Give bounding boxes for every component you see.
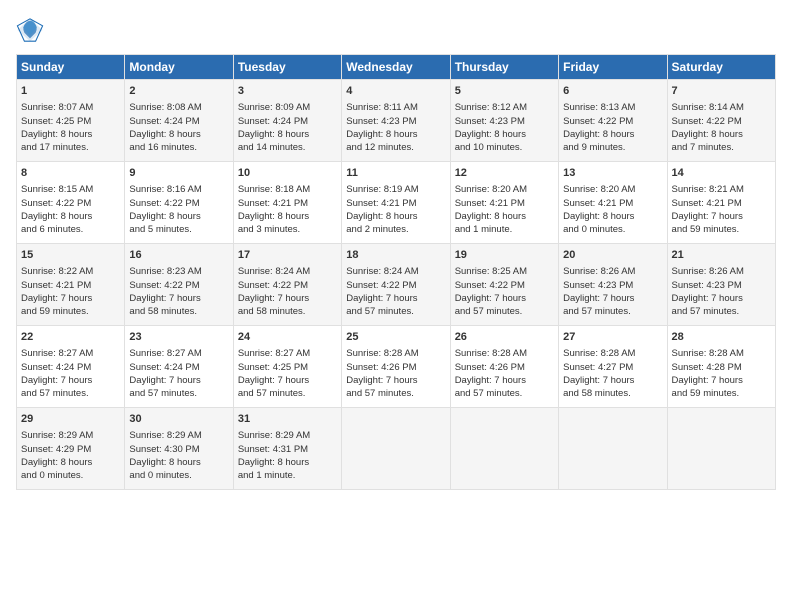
day-number: 26 bbox=[455, 330, 554, 345]
page: SundayMondayTuesdayWednesdayThursdayFrid… bbox=[0, 0, 792, 612]
day-number: 31 bbox=[238, 412, 337, 427]
day-cell: 17Sunrise: 8:24 AMSunset: 4:22 PMDayligh… bbox=[233, 244, 341, 326]
day-number: 6 bbox=[563, 84, 662, 99]
day-number: 4 bbox=[346, 84, 445, 99]
day-cell: 10Sunrise: 8:18 AMSunset: 4:21 PMDayligh… bbox=[233, 162, 341, 244]
header-cell-tuesday: Tuesday bbox=[233, 55, 341, 80]
day-cell: 4Sunrise: 8:11 AMSunset: 4:23 PMDaylight… bbox=[342, 80, 450, 162]
header-cell-thursday: Thursday bbox=[450, 55, 558, 80]
day-number: 7 bbox=[672, 84, 771, 99]
day-number: 16 bbox=[129, 248, 228, 263]
day-cell bbox=[559, 408, 667, 490]
day-number: 11 bbox=[346, 166, 445, 181]
week-row: 29Sunrise: 8:29 AMSunset: 4:29 PMDayligh… bbox=[17, 408, 776, 490]
day-cell: 19Sunrise: 8:25 AMSunset: 4:22 PMDayligh… bbox=[450, 244, 558, 326]
logo bbox=[16, 16, 48, 44]
day-number: 12 bbox=[455, 166, 554, 181]
day-cell: 2Sunrise: 8:08 AMSunset: 4:24 PMDaylight… bbox=[125, 80, 233, 162]
day-cell: 7Sunrise: 8:14 AMSunset: 4:22 PMDaylight… bbox=[667, 80, 775, 162]
day-number: 17 bbox=[238, 248, 337, 263]
day-cell: 24Sunrise: 8:27 AMSunset: 4:25 PMDayligh… bbox=[233, 326, 341, 408]
logo-icon bbox=[16, 16, 44, 44]
day-number: 2 bbox=[129, 84, 228, 99]
day-number: 20 bbox=[563, 248, 662, 263]
day-number: 28 bbox=[672, 330, 771, 345]
header-cell-friday: Friday bbox=[559, 55, 667, 80]
day-cell bbox=[342, 408, 450, 490]
day-number: 25 bbox=[346, 330, 445, 345]
day-cell: 22Sunrise: 8:27 AMSunset: 4:24 PMDayligh… bbox=[17, 326, 125, 408]
day-cell: 31Sunrise: 8:29 AMSunset: 4:31 PMDayligh… bbox=[233, 408, 341, 490]
day-cell: 13Sunrise: 8:20 AMSunset: 4:21 PMDayligh… bbox=[559, 162, 667, 244]
day-number: 30 bbox=[129, 412, 228, 427]
day-cell: 28Sunrise: 8:28 AMSunset: 4:28 PMDayligh… bbox=[667, 326, 775, 408]
header-cell-saturday: Saturday bbox=[667, 55, 775, 80]
day-cell: 23Sunrise: 8:27 AMSunset: 4:24 PMDayligh… bbox=[125, 326, 233, 408]
day-cell: 20Sunrise: 8:26 AMSunset: 4:23 PMDayligh… bbox=[559, 244, 667, 326]
day-cell: 14Sunrise: 8:21 AMSunset: 4:21 PMDayligh… bbox=[667, 162, 775, 244]
day-cell: 11Sunrise: 8:19 AMSunset: 4:21 PMDayligh… bbox=[342, 162, 450, 244]
day-cell: 27Sunrise: 8:28 AMSunset: 4:27 PMDayligh… bbox=[559, 326, 667, 408]
day-cell: 29Sunrise: 8:29 AMSunset: 4:29 PMDayligh… bbox=[17, 408, 125, 490]
day-number: 8 bbox=[21, 166, 120, 181]
day-cell bbox=[450, 408, 558, 490]
header bbox=[16, 16, 776, 44]
day-number: 22 bbox=[21, 330, 120, 345]
calendar-table: SundayMondayTuesdayWednesdayThursdayFrid… bbox=[16, 54, 776, 490]
day-cell: 5Sunrise: 8:12 AMSunset: 4:23 PMDaylight… bbox=[450, 80, 558, 162]
day-number: 10 bbox=[238, 166, 337, 181]
day-cell: 18Sunrise: 8:24 AMSunset: 4:22 PMDayligh… bbox=[342, 244, 450, 326]
day-number: 9 bbox=[129, 166, 228, 181]
day-cell: 26Sunrise: 8:28 AMSunset: 4:26 PMDayligh… bbox=[450, 326, 558, 408]
day-cell: 1Sunrise: 8:07 AMSunset: 4:25 PMDaylight… bbox=[17, 80, 125, 162]
day-number: 18 bbox=[346, 248, 445, 263]
week-row: 8Sunrise: 8:15 AMSunset: 4:22 PMDaylight… bbox=[17, 162, 776, 244]
week-row: 1Sunrise: 8:07 AMSunset: 4:25 PMDaylight… bbox=[17, 80, 776, 162]
day-cell: 15Sunrise: 8:22 AMSunset: 4:21 PMDayligh… bbox=[17, 244, 125, 326]
day-number: 3 bbox=[238, 84, 337, 99]
week-row: 22Sunrise: 8:27 AMSunset: 4:24 PMDayligh… bbox=[17, 326, 776, 408]
day-number: 5 bbox=[455, 84, 554, 99]
day-cell: 21Sunrise: 8:26 AMSunset: 4:23 PMDayligh… bbox=[667, 244, 775, 326]
day-cell: 30Sunrise: 8:29 AMSunset: 4:30 PMDayligh… bbox=[125, 408, 233, 490]
day-number: 1 bbox=[21, 84, 120, 99]
day-cell: 25Sunrise: 8:28 AMSunset: 4:26 PMDayligh… bbox=[342, 326, 450, 408]
day-number: 13 bbox=[563, 166, 662, 181]
header-cell-wednesday: Wednesday bbox=[342, 55, 450, 80]
day-number: 23 bbox=[129, 330, 228, 345]
day-number: 29 bbox=[21, 412, 120, 427]
day-number: 15 bbox=[21, 248, 120, 263]
week-row: 15Sunrise: 8:22 AMSunset: 4:21 PMDayligh… bbox=[17, 244, 776, 326]
day-cell: 16Sunrise: 8:23 AMSunset: 4:22 PMDayligh… bbox=[125, 244, 233, 326]
day-number: 19 bbox=[455, 248, 554, 263]
header-row: SundayMondayTuesdayWednesdayThursdayFrid… bbox=[17, 55, 776, 80]
day-cell: 6Sunrise: 8:13 AMSunset: 4:22 PMDaylight… bbox=[559, 80, 667, 162]
day-cell: 3Sunrise: 8:09 AMSunset: 4:24 PMDaylight… bbox=[233, 80, 341, 162]
day-cell: 8Sunrise: 8:15 AMSunset: 4:22 PMDaylight… bbox=[17, 162, 125, 244]
day-number: 21 bbox=[672, 248, 771, 263]
day-number: 27 bbox=[563, 330, 662, 345]
day-cell: 9Sunrise: 8:16 AMSunset: 4:22 PMDaylight… bbox=[125, 162, 233, 244]
day-number: 14 bbox=[672, 166, 771, 181]
header-cell-sunday: Sunday bbox=[17, 55, 125, 80]
day-cell bbox=[667, 408, 775, 490]
header-cell-monday: Monday bbox=[125, 55, 233, 80]
day-number: 24 bbox=[238, 330, 337, 345]
day-cell: 12Sunrise: 8:20 AMSunset: 4:21 PMDayligh… bbox=[450, 162, 558, 244]
